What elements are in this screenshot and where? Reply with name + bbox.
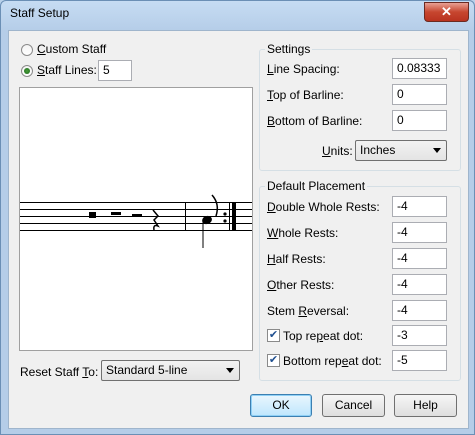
staff-setup-dialog: Staff Setup ✕ Custom Staff Staff Lines: … [0, 0, 475, 435]
staff-preview-graphic [20, 194, 252, 248]
bottom-of-barline-label: Bottom of Barline: [267, 114, 363, 128]
other-rests-label: Other Rests: [267, 278, 335, 292]
reset-staff-label: Reset Staff To: [20, 365, 99, 379]
units-select[interactable]: Inches [355, 140, 447, 161]
units-label: Units: [322, 144, 353, 158]
dropdown-arrow-icon [226, 368, 234, 373]
half-rests-label: Half Rests: [267, 252, 326, 266]
line-spacing-input[interactable]: 0.08333 [392, 58, 447, 79]
cancel-button[interactable]: Cancel [322, 394, 385, 417]
repeat-thick-line [232, 202, 236, 231]
stem-reversal-label: Stem Reversal: [267, 304, 350, 318]
note-flag [211, 194, 219, 217]
default-placement-legend: Default Placement [265, 179, 368, 193]
double-whole-rests-label: Double Whole Rests: [267, 200, 380, 214]
title-bar: Staff Setup ✕ [1, 1, 474, 25]
help-button[interactable]: Help [394, 394, 457, 417]
staff-lines-label[interactable]: Staff Lines: [37, 63, 97, 77]
top-of-barline-label: Top of Barline: [267, 88, 344, 102]
dialog-body: Custom Staff Staff Lines: 5 Reset Staff … [8, 30, 469, 429]
bottom-repeat-dot-input[interactable]: -5 [392, 350, 447, 371]
half-rest [132, 214, 142, 217]
units-value: Inches [360, 143, 396, 157]
settings-legend: Settings [265, 42, 313, 56]
ok-button[interactable]: OK [250, 394, 312, 417]
top-repeat-dot-label[interactable]: Top repeat dot: [283, 329, 363, 343]
whole-rest [111, 212, 121, 215]
staff-preview [19, 87, 253, 351]
close-button[interactable]: ✕ [424, 2, 469, 22]
bottom-of-barline-input[interactable]: 0 [392, 110, 447, 131]
line-spacing-label: Line Spacing: [267, 62, 340, 76]
whole-rests-input[interactable]: -4 [392, 222, 447, 243]
other-rests-input[interactable]: -4 [392, 274, 447, 295]
double-whole-rest [89, 212, 96, 218]
custom-staff-radio[interactable] [21, 44, 33, 56]
top-repeat-dot-checkbox[interactable]: ✔ [267, 329, 280, 342]
custom-staff-label[interactable]: Custom Staff [37, 42, 106, 56]
bottom-repeat-dot [223, 219, 227, 223]
top-repeat-dot-input[interactable]: -3 [392, 325, 447, 346]
whole-rests-label: Whole Rests: [267, 226, 339, 240]
staff-lines-radio[interactable] [21, 65, 33, 77]
reset-staff-value: Standard 5-line [106, 363, 188, 377]
window-title: Staff Setup [10, 6, 70, 20]
dropdown-arrow-icon [433, 148, 441, 153]
bottom-repeat-dot-label[interactable]: Bottom repeat dot: [283, 354, 382, 368]
half-rests-input[interactable]: -4 [392, 248, 447, 269]
stem-reversal-input[interactable]: -4 [392, 300, 447, 321]
top-repeat-dot [223, 212, 227, 216]
top-of-barline-input[interactable]: 0 [392, 84, 447, 105]
quarter-rest [152, 209, 160, 231]
reset-staff-select[interactable]: Standard 5-line [101, 360, 240, 381]
bottom-repeat-dot-checkbox[interactable]: ✔ [267, 354, 280, 367]
double-whole-rests-input[interactable]: -4 [392, 196, 447, 217]
staff-lines-input[interactable]: 5 [98, 60, 132, 81]
